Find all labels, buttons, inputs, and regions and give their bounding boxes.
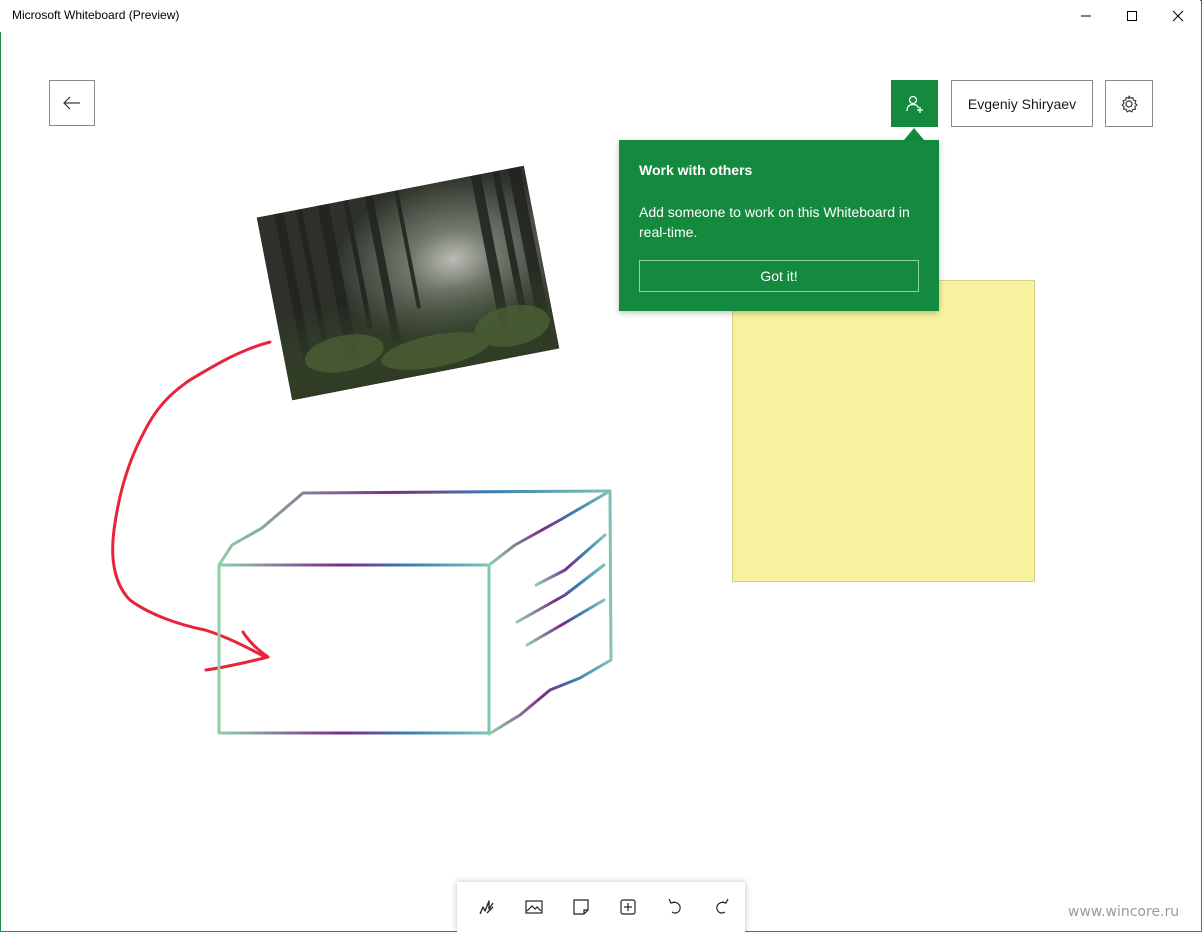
close-button[interactable] [1155, 0, 1201, 32]
image-tool-button[interactable] [510, 883, 557, 931]
sticky-note-icon [572, 899, 589, 915]
account-button[interactable]: Evgeniy Shiryaev [951, 80, 1093, 127]
settings-button[interactable] [1105, 80, 1153, 127]
title-bar: Microsoft Whiteboard (Preview) [0, 0, 1200, 32]
callout-title: Work with others [639, 162, 753, 178]
user-name: Evgeniy Shiryaev [967, 95, 1077, 112]
watermark: www.wincore.ru [1068, 904, 1180, 920]
window-title: Microsoft Whiteboard (Preview) [12, 8, 180, 22]
redo-icon [715, 898, 729, 914]
got-it-button[interactable]: Got it! [639, 260, 919, 292]
work-with-others-callout: Work with others Add someone to work on … [619, 140, 939, 311]
minimize-button[interactable] [1063, 0, 1109, 32]
sticky-note-tool-button[interactable] [557, 883, 604, 931]
undo-button[interactable] [651, 883, 698, 931]
minimize-icon [1081, 15, 1091, 17]
callout-pointer [904, 128, 924, 140]
back-button[interactable] [49, 80, 95, 126]
pen-tool-button[interactable] [463, 883, 510, 931]
gear-icon [1121, 94, 1138, 112]
insert-tool-button[interactable] [604, 883, 651, 931]
maximize-button[interactable] [1109, 0, 1155, 32]
back-arrow-icon [63, 96, 80, 110]
insert-icon [619, 899, 636, 915]
invite-button[interactable] [891, 80, 938, 127]
undo-icon [667, 898, 681, 914]
callout-body: Add someone to work on this Whiteboard i… [639, 204, 910, 240]
image-icon [524, 900, 543, 914]
sticky-note[interactable] [732, 280, 1035, 582]
got-it-label: Got it! [760, 268, 798, 284]
bottom-toolbar [457, 882, 745, 932]
redo-button[interactable] [698, 883, 745, 931]
add-person-icon [905, 95, 923, 113]
close-icon [1172, 10, 1184, 22]
pen-icon [478, 900, 494, 915]
maximize-icon [1127, 11, 1137, 21]
